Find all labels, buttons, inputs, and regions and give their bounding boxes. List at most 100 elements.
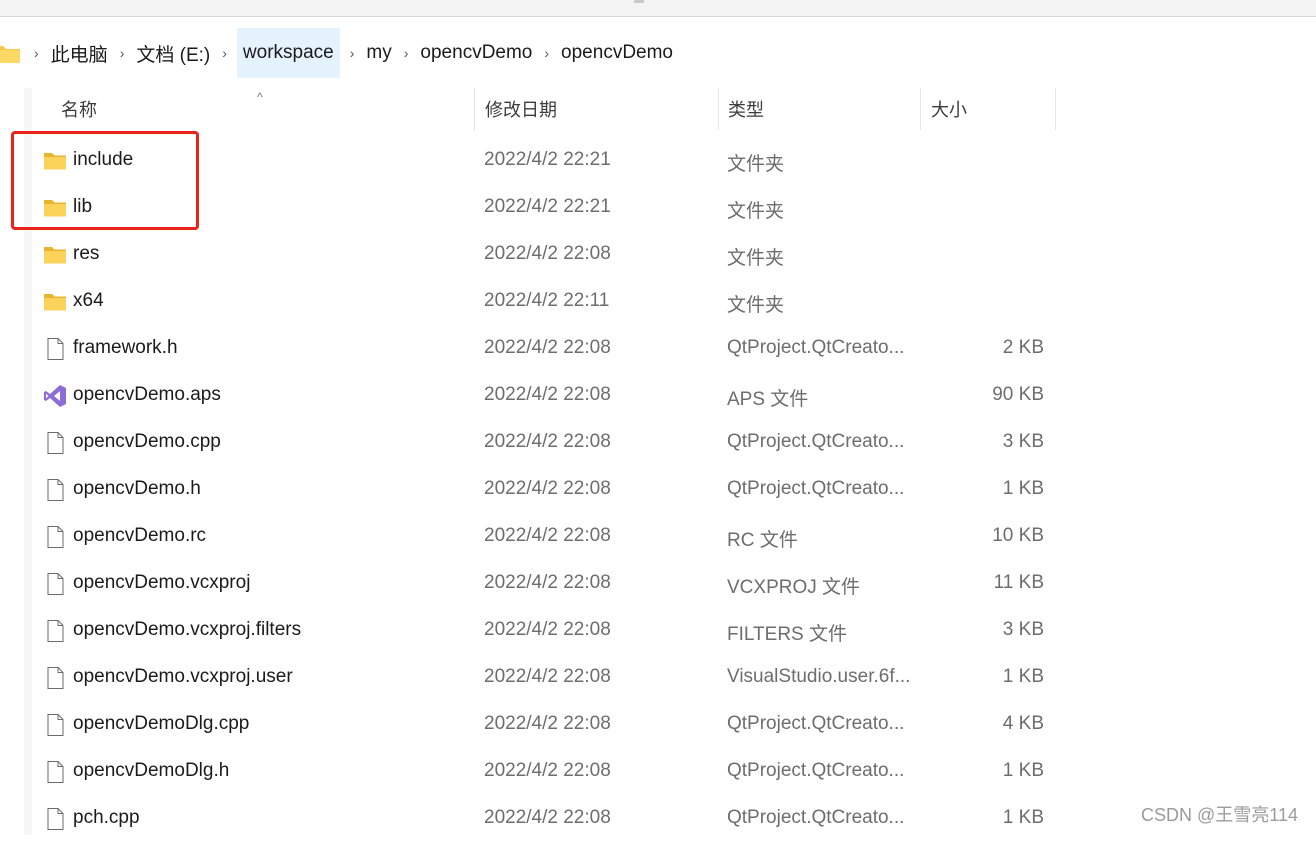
file-modified-date: 2022/4/2 22:21 xyxy=(484,196,611,217)
file-name: opencvDemoDlg.cpp xyxy=(73,713,250,734)
file-type: QtProject.QtCreato... xyxy=(727,337,905,358)
file-type: QtProject.QtCreato... xyxy=(727,431,905,452)
file-size: 1 KB xyxy=(1002,760,1044,781)
strip-notch xyxy=(634,0,644,3)
folder-icon xyxy=(43,290,67,314)
file-type: VCXPROJ 文件 xyxy=(727,577,861,598)
column-header: 名称 ^ 修改日期 类型 大小 xyxy=(0,88,1316,130)
breadcrumb-workspace[interactable]: workspace xyxy=(236,28,340,78)
window-top-strip xyxy=(0,0,1316,17)
watermark: CSDN @王雪亮114 xyxy=(1139,801,1300,827)
file-icon xyxy=(43,760,67,784)
sort-ascending-icon: ^ xyxy=(257,90,263,104)
file-type: QtProject.QtCreato... xyxy=(727,713,905,734)
column-size-label: 大小 xyxy=(931,100,967,120)
list-item[interactable]: opencvDemoDlg.h 2022/4/2 22:08 QtProject.Q… xyxy=(0,748,1316,795)
file-type: VisualStudio.user.6f... xyxy=(727,666,911,687)
file-modified-date: 2022/4/2 22:08 xyxy=(484,525,611,546)
breadcrumb-opencvdemo-parent[interactable]: opencvDemo xyxy=(418,28,534,78)
chevron-right-icon[interactable]: › xyxy=(544,45,549,61)
file-modified-date: 2022/4/2 22:11 xyxy=(484,290,610,311)
file-icon xyxy=(43,807,67,831)
file-name: x64 xyxy=(73,290,104,311)
file-size: 1 KB xyxy=(1002,666,1044,687)
file-type: 文件夹 xyxy=(727,154,785,175)
file-size: 3 KB xyxy=(1002,431,1044,452)
list-item[interactable]: framework.h 2022/4/2 22:08 QtProject.QtCre… xyxy=(0,325,1316,372)
breadcrumb-drive-e[interactable]: 文档 (E:) xyxy=(134,28,212,78)
file-modified-date: 2022/4/2 22:08 xyxy=(484,807,611,828)
file-type: QtProject.QtCreato... xyxy=(727,760,905,781)
chevron-right-icon[interactable]: › xyxy=(350,45,355,61)
file-type: 文件夹 xyxy=(727,295,785,316)
column-type-label: 类型 xyxy=(728,100,764,120)
annotation-highlight-box xyxy=(11,131,199,230)
list-item[interactable]: opencvDemo.vcxproj.filters 2022/4/2 22:08… xyxy=(0,607,1316,654)
file-size: 10 KB xyxy=(992,525,1044,546)
file-modified-date: 2022/4/2 22:08 xyxy=(484,713,611,734)
file-modified-date: 2022/4/2 22:08 xyxy=(484,384,611,405)
file-modified-date: 2022/4/2 22:08 xyxy=(484,431,611,452)
file-modified-date: 2022/4/2 22:08 xyxy=(484,619,611,640)
file-list: include 2022/4/2 22:21 文件夹 lib 2022/4/2 22:2… xyxy=(0,137,1316,842)
file-modified-date: 2022/4/2 22:08 xyxy=(484,243,611,264)
file-name: opencvDemo.rc xyxy=(73,525,207,546)
file-icon xyxy=(43,431,67,455)
file-type: RC 文件 xyxy=(727,530,798,551)
file-modified-date: 2022/4/2 22:08 xyxy=(484,760,611,781)
list-item[interactable]: opencvDemo.rc 2022/4/2 22:08 RC 文件 10 KB xyxy=(0,513,1316,560)
file-type: APS 文件 xyxy=(727,389,809,410)
list-item[interactable]: opencvDemo.aps 2022/4/2 22:08 APS 文件 90 KB xyxy=(0,372,1316,419)
file-size: 11 KB xyxy=(993,572,1044,593)
file-name: pch.cpp xyxy=(73,807,140,828)
list-item[interactable]: x64 2022/4/2 22:11 文件夹 xyxy=(0,278,1316,325)
file-name: framework.h xyxy=(73,337,178,358)
column-modified-label: 修改日期 xyxy=(485,100,557,120)
file-icon xyxy=(43,525,67,549)
file-type: 文件夹 xyxy=(727,201,785,222)
file-icon xyxy=(43,713,67,737)
list-item[interactable]: opencvDemo.cpp 2022/4/2 22:08 QtProject.Qt… xyxy=(0,419,1316,466)
list-item[interactable]: opencvDemo.vcxproj 2022/4/2 22:08 VCXPROJ … xyxy=(0,560,1316,607)
list-item[interactable]: opencvDemo.vcxproj.user 2022/4/2 22:08 Vis… xyxy=(0,654,1316,701)
column-modified-header[interactable]: 修改日期 xyxy=(474,88,718,130)
file-size: 1 KB xyxy=(1002,807,1044,828)
file-modified-date: 2022/4/2 22:08 xyxy=(484,666,611,687)
chevron-right-icon[interactable]: › xyxy=(34,45,39,61)
breadcrumb-opencvdemo-current[interactable]: opencvDemo xyxy=(559,28,675,78)
address-bar[interactable]: › 此电脑 › 文档 (E:) › workspace › my › openc… xyxy=(0,28,1316,78)
column-name-label: 名称 xyxy=(61,100,97,120)
file-name: opencvDemo.vcxproj.user xyxy=(73,666,293,687)
list-item[interactable]: res 2022/4/2 22:08 文件夹 xyxy=(0,231,1316,278)
list-item[interactable]: opencvDemoDlg.cpp 2022/4/2 22:08 QtProject… xyxy=(0,701,1316,748)
file-name: opencvDemo.vcxproj.filters xyxy=(73,619,302,640)
chevron-right-icon[interactable]: › xyxy=(404,45,409,61)
file-name: opencvDemoDlg.h xyxy=(73,760,230,781)
file-modified-date: 2022/4/2 22:08 xyxy=(484,478,611,499)
file-name: res xyxy=(73,243,100,264)
file-icon xyxy=(43,337,67,361)
file-name: opencvDemo.vcxproj xyxy=(73,572,251,593)
column-type-header[interactable]: 类型 xyxy=(718,88,920,130)
file-size: 90 KB xyxy=(992,384,1044,405)
file-size: 2 KB xyxy=(1002,337,1044,358)
file-size: 3 KB xyxy=(1002,619,1044,640)
chevron-right-icon[interactable]: › xyxy=(222,45,227,61)
chevron-right-icon[interactable]: › xyxy=(120,45,125,61)
folder-icon xyxy=(0,46,20,63)
file-icon xyxy=(43,478,67,502)
file-type: 文件夹 xyxy=(727,248,785,269)
file-size: 4 KB xyxy=(1002,713,1044,734)
list-item[interactable]: opencvDemo.h 2022/4/2 22:08 QtProject.QtCr… xyxy=(0,466,1316,513)
file-size: 1 KB xyxy=(1002,478,1044,499)
breadcrumb-this-pc[interactable]: 此电脑 xyxy=(49,28,110,78)
file-name: opencvDemo.aps xyxy=(73,384,221,405)
file-modified-date: 2022/4/2 22:08 xyxy=(484,572,611,593)
breadcrumb-my[interactable]: my xyxy=(364,28,393,78)
file-type: FILTERS 文件 xyxy=(727,624,847,645)
file-icon xyxy=(43,619,67,643)
file-type: QtProject.QtCreato... xyxy=(727,807,905,828)
file-icon xyxy=(43,572,67,596)
file-icon xyxy=(43,666,67,690)
column-size-header[interactable]: 大小 xyxy=(920,88,1056,130)
